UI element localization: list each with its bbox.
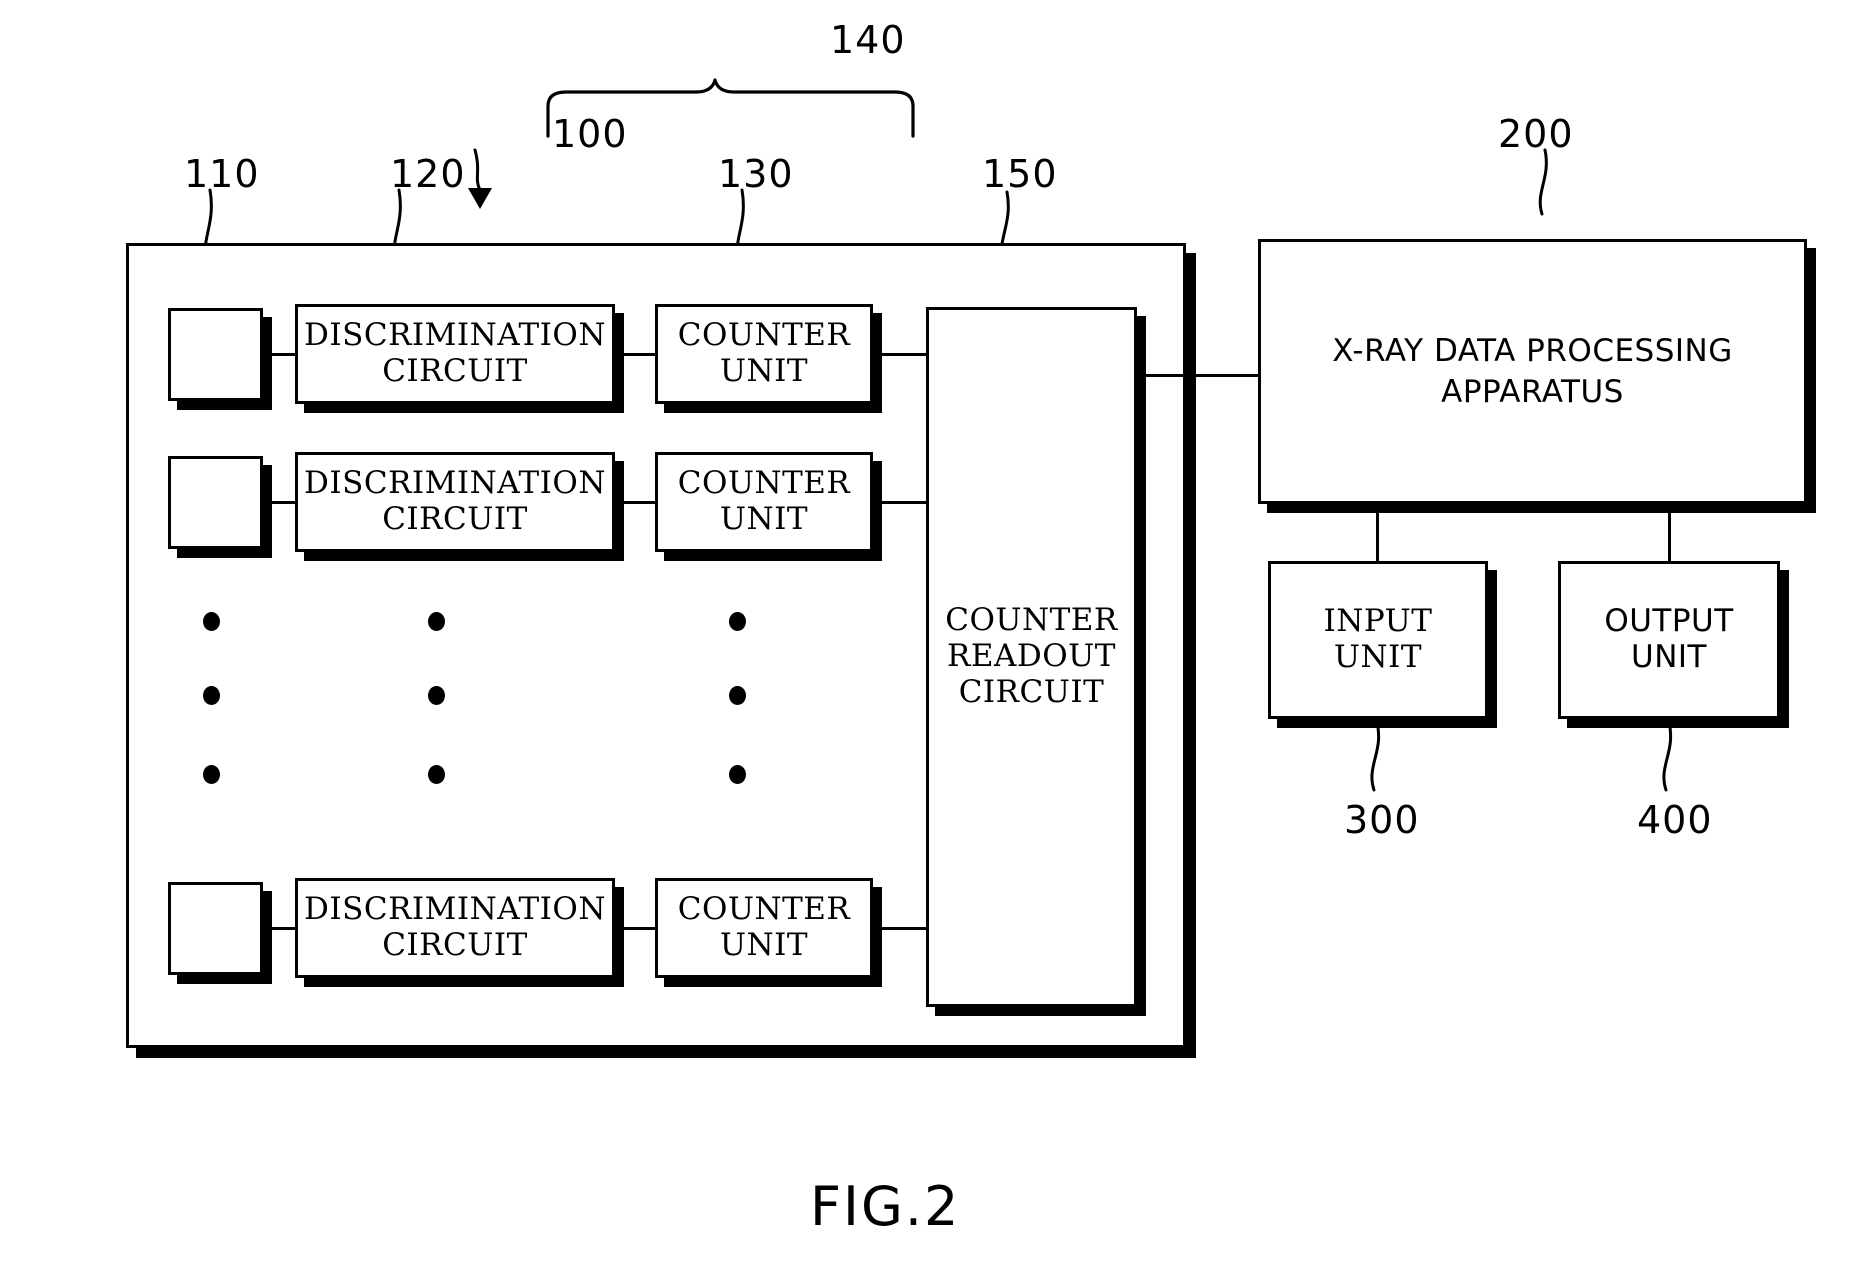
refnum-140: 140 — [830, 18, 906, 62]
ellipsis-dot — [729, 612, 746, 631]
refnum-100: 100 — [552, 112, 628, 156]
ellipsis-dot — [729, 765, 746, 784]
apparatus-label-line2: APPARATUS — [1441, 373, 1624, 410]
counter-readout-label-line3: CIRCUIT — [958, 673, 1105, 710]
wire-discrimination-to-counter-row1 — [615, 353, 658, 356]
discrimination-circuit-label-line2: CIRCUIT — [382, 501, 528, 537]
wire-counter-to-readout-row2 — [873, 501, 929, 504]
input-unit-label-line1: INPUT — [1323, 603, 1433, 640]
counter-unit-label-line2: UNIT — [719, 353, 809, 389]
refnum-400: 400 — [1637, 798, 1713, 842]
ellipsis-dot — [428, 686, 445, 705]
figure-canvas: 110 120 100 130 140 150 200 300 400 DISC… — [0, 0, 1875, 1287]
discrimination-circuit-label-line2: CIRCUIT — [382, 927, 528, 963]
wire-apparatus-to-input-unit — [1376, 504, 1379, 564]
detector-element-row2[interactable] — [168, 456, 263, 549]
refnum-200: 200 — [1498, 112, 1574, 156]
output-unit-label-line1: OUTPUT — [1604, 603, 1734, 640]
detector-element-row1[interactable] — [168, 308, 263, 401]
leader-line-100 — [473, 148, 482, 192]
wire-detector-to-discrimination-row-last — [263, 927, 298, 930]
ellipsis-dot — [428, 612, 445, 631]
ellipsis-dot — [428, 765, 445, 784]
discrimination-circuit-label-line1: DISCRIMINATION — [304, 465, 606, 502]
wire-detector-to-discrimination-row2 — [263, 501, 298, 504]
detector-element-row-last[interactable] — [168, 882, 263, 975]
refnum-110: 110 — [184, 152, 260, 196]
counter-unit-label-line1: COUNTER — [677, 891, 851, 928]
wire-discrimination-to-counter-row-last — [615, 927, 658, 930]
input-unit-label-line2: UNIT — [1333, 639, 1423, 675]
counter-unit-label-line1: COUNTER — [677, 317, 851, 354]
counter-unit-label-line2: UNIT — [719, 501, 809, 537]
apparatus-label-line1: X-RAY DATA PROCESSING — [1332, 333, 1733, 370]
counter-readout-label-line2: READOUT — [947, 638, 1116, 675]
counter-unit-label-line2: UNIT — [719, 927, 809, 963]
wire-detector-to-discrimination-row1 — [263, 353, 298, 356]
discrimination-circuit-row1[interactable]: DISCRIMINATION CIRCUIT — [295, 304, 615, 404]
wire-counter-to-readout-row-last — [873, 927, 929, 930]
arrowhead-100 — [468, 188, 492, 209]
refnum-130: 130 — [718, 152, 794, 196]
leader-line-400 — [1662, 720, 1673, 792]
leader-line-200 — [1538, 148, 1548, 216]
wire-readout-to-apparatus — [1137, 374, 1265, 377]
ellipsis-dot — [729, 686, 746, 705]
counter-unit-label-line1: COUNTER — [677, 465, 851, 502]
discrimination-circuit-row2[interactable]: DISCRIMINATION CIRCUIT — [295, 452, 615, 552]
discrimination-circuit-row-last[interactable]: DISCRIMINATION CIRCUIT — [295, 878, 615, 978]
discrimination-circuit-label-line1: DISCRIMINATION — [304, 891, 606, 928]
wire-apparatus-to-output-unit — [1668, 504, 1671, 564]
counter-readout-circuit[interactable]: COUNTER READOUT CIRCUIT — [926, 307, 1137, 1007]
ellipsis-dot — [203, 765, 220, 784]
refnum-120: 120 — [390, 152, 466, 196]
discrimination-circuit-label-line2: CIRCUIT — [382, 353, 528, 389]
ellipsis-dot — [203, 612, 220, 631]
leader-line-300 — [1370, 720, 1381, 792]
input-unit[interactable]: INPUT UNIT — [1268, 561, 1488, 719]
output-unit[interactable]: OUTPUT UNIT — [1558, 561, 1780, 719]
discrimination-circuit-label-line1: DISCRIMINATION — [304, 317, 606, 354]
refnum-150: 150 — [982, 152, 1058, 196]
counter-readout-label-line1: COUNTER — [945, 602, 1118, 639]
wire-discrimination-to-counter-row2 — [615, 501, 658, 504]
xray-data-processing-apparatus[interactable]: X-RAY DATA PROCESSING APPARATUS — [1258, 239, 1807, 504]
counter-unit-row-last[interactable]: COUNTER UNIT — [655, 878, 873, 978]
counter-unit-row2[interactable]: COUNTER UNIT — [655, 452, 873, 552]
ellipsis-dot — [203, 686, 220, 705]
figure-caption: FIG.2 — [810, 1175, 961, 1238]
wire-counter-to-readout-row1 — [873, 353, 929, 356]
output-unit-label-line2: UNIT — [1631, 639, 1707, 675]
counter-unit-row1[interactable]: COUNTER UNIT — [655, 304, 873, 404]
refnum-300: 300 — [1344, 798, 1420, 842]
